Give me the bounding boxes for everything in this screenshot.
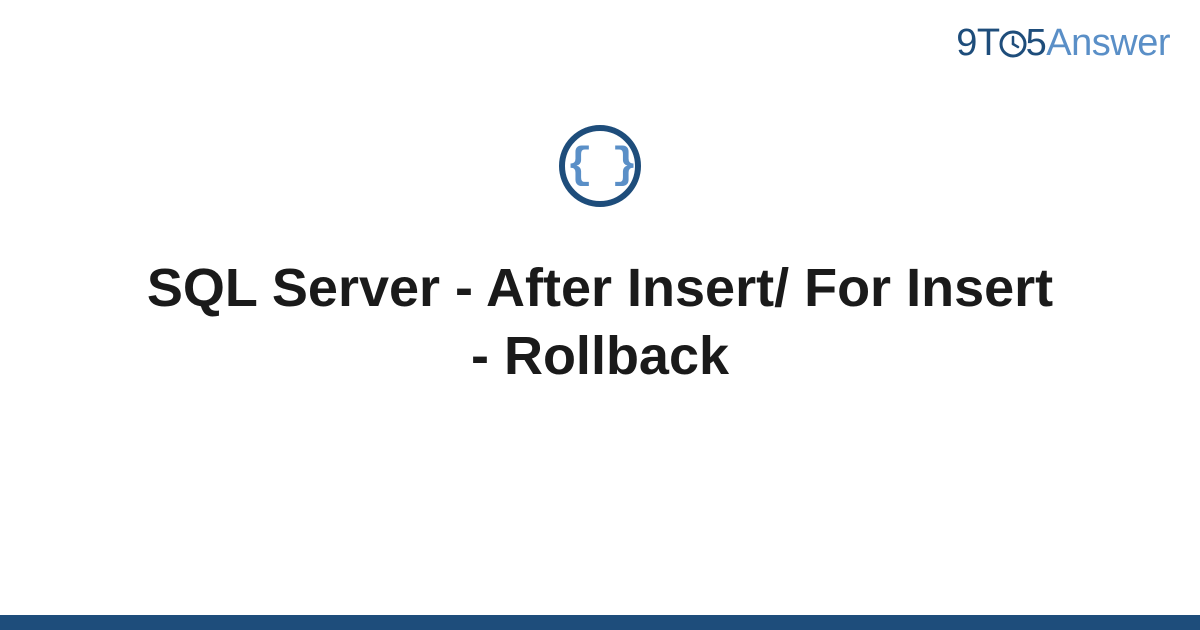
footer-accent-bar	[0, 615, 1200, 630]
logo-text-5: 5	[1026, 22, 1047, 64]
site-logo: 9T 5Answer	[956, 22, 1170, 69]
code-braces-icon: { }	[566, 144, 633, 188]
page-title: SQL Server - After Insert/ For Insert - …	[100, 255, 1100, 390]
category-icon-circle: { }	[559, 125, 641, 207]
main-content: { } SQL Server - After Insert/ For Inser…	[0, 125, 1200, 390]
clock-icon	[998, 26, 1028, 69]
logo-text-answer: Answer	[1046, 22, 1170, 64]
logo-text-9t: 9T	[956, 22, 999, 64]
